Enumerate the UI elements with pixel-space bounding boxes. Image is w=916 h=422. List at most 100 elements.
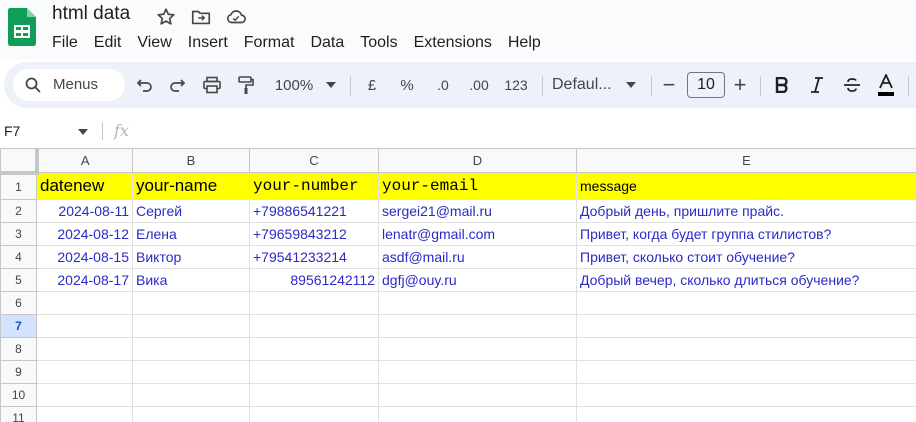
column-header-c[interactable]: C [249,148,379,173]
row-header[interactable]: 10 [0,383,37,407]
empty-cell[interactable] [576,291,916,315]
cell-c1[interactable]: your-number [249,172,379,200]
menu-file[interactable]: File [44,33,86,53]
zoom-select[interactable]: 100% [270,72,318,98]
empty-cell[interactable] [36,383,133,407]
row-header[interactable]: 11 [0,406,37,422]
strikethrough-button[interactable] [840,72,864,98]
cell-a3[interactable]: 2024-08-12 [36,222,133,246]
cell-a2[interactable]: 2024-08-11 [36,199,133,223]
menu-view[interactable]: View [129,33,179,53]
empty-cell[interactable] [132,360,250,384]
decrease-font-size-button[interactable]: − [658,72,680,98]
name-box-caret-icon[interactable] [78,129,88,135]
row-header[interactable]: 8 [0,337,37,361]
cell-d1[interactable]: your-email [378,172,577,200]
empty-cell[interactable] [249,291,379,315]
empty-cell[interactable] [249,337,379,361]
cell-c2[interactable]: +79886541221 [249,199,379,223]
font-family-select[interactable]: Defaul... [552,72,622,98]
empty-cell[interactable] [378,360,577,384]
row-header[interactable]: 9 [0,360,37,384]
document-title[interactable]: html data [52,3,130,25]
empty-cell[interactable] [576,360,916,384]
cell-a4[interactable]: 2024-08-15 [36,245,133,269]
empty-cell[interactable] [36,314,133,338]
cell-c4[interactable]: +79541233214 [249,245,379,269]
cell-e4[interactable]: Привет, сколько стоит обучение? [576,245,916,269]
font-size-input[interactable]: 10 [687,72,725,98]
empty-cell[interactable] [576,383,916,407]
cell-a5[interactable]: 2024-08-17 [36,268,133,292]
empty-cell[interactable] [378,337,577,361]
cell-e1[interactable]: message [576,172,916,200]
row-header[interactable]: 2 [0,199,37,223]
empty-cell[interactable] [378,291,577,315]
empty-cell[interactable] [576,406,916,422]
row-header[interactable]: 4 [0,245,37,269]
cell-c5[interactable]: 89561242112 [249,268,379,292]
empty-cell[interactable] [132,337,250,361]
star-icon[interactable] [155,6,177,28]
undo-button[interactable] [132,72,158,98]
empty-cell[interactable] [132,314,250,338]
empty-cell[interactable] [249,406,379,422]
decrease-decimal-button[interactable]: .0 [428,72,458,98]
cell-d5[interactable]: dgfj@ouy.ru [378,268,577,292]
cell-e3[interactable]: Привет, когда будет группа стилистов? [576,222,916,246]
google-sheets-logo-icon[interactable] [8,8,36,46]
empty-cell[interactable] [132,291,250,315]
cell-e2[interactable]: Добрый день, пришлите прайс. [576,199,916,223]
cell-e5[interactable]: Добрый вечер, сколько длиться обучение? [576,268,916,292]
column-header-b[interactable]: B [132,148,250,173]
row-header-selected[interactable]: 7 [0,314,37,338]
row-header[interactable]: 6 [0,291,37,315]
empty-cell[interactable] [132,406,250,422]
cell-c3[interactable]: +79659843212 [249,222,379,246]
select-all-corner[interactable] [0,148,39,175]
redo-button[interactable] [164,72,190,98]
cell-a1[interactable]: datenew [36,172,133,200]
empty-cell[interactable] [36,406,133,422]
search-menus-button[interactable]: Menus [13,69,125,101]
menu-data[interactable]: Data [302,33,352,53]
empty-cell[interactable] [576,314,916,338]
menu-format[interactable]: Format [236,33,303,53]
empty-cell[interactable] [36,291,133,315]
text-color-button[interactable] [874,72,898,98]
print-button[interactable] [199,72,225,98]
menu-tools[interactable]: Tools [352,33,405,53]
menu-edit[interactable]: Edit [86,33,130,53]
move-to-folder-icon[interactable] [190,6,212,28]
paint-format-button[interactable] [233,72,259,98]
more-formats-button[interactable]: 123 [500,72,532,98]
empty-cell[interactable] [378,383,577,407]
row-header[interactable]: 1 [0,172,37,200]
menu-help[interactable]: Help [500,33,549,53]
cloud-status-icon[interactable] [225,6,247,28]
zoom-caret-icon[interactable] [326,82,336,88]
cell-d3[interactable]: lenatr@gmail.com [378,222,577,246]
name-box[interactable]: F7 [4,123,20,139]
cell-b4[interactable]: Виктор [132,245,250,269]
increase-decimal-button[interactable]: .00 [464,72,494,98]
empty-cell[interactable] [132,383,250,407]
column-header-e[interactable]: E [576,148,916,173]
font-family-caret-icon[interactable] [626,82,636,88]
cell-b5[interactable]: Вика [132,268,250,292]
empty-cell[interactable] [36,337,133,361]
currency-format-button[interactable]: £ [360,72,384,98]
italic-button[interactable] [805,72,829,98]
empty-cell[interactable] [249,383,379,407]
row-header[interactable]: 5 [0,268,37,292]
empty-cell[interactable] [249,360,379,384]
empty-cell[interactable] [378,314,577,338]
empty-cell[interactable] [378,406,577,422]
row-header[interactable]: 3 [0,222,37,246]
empty-cell[interactable] [249,314,379,338]
empty-cell[interactable] [576,337,916,361]
cell-b1[interactable]: your-name [132,172,250,200]
cell-d4[interactable]: asdf@mail.ru [378,245,577,269]
menu-insert[interactable]: Insert [180,33,236,53]
column-header-a[interactable]: A [36,148,133,173]
